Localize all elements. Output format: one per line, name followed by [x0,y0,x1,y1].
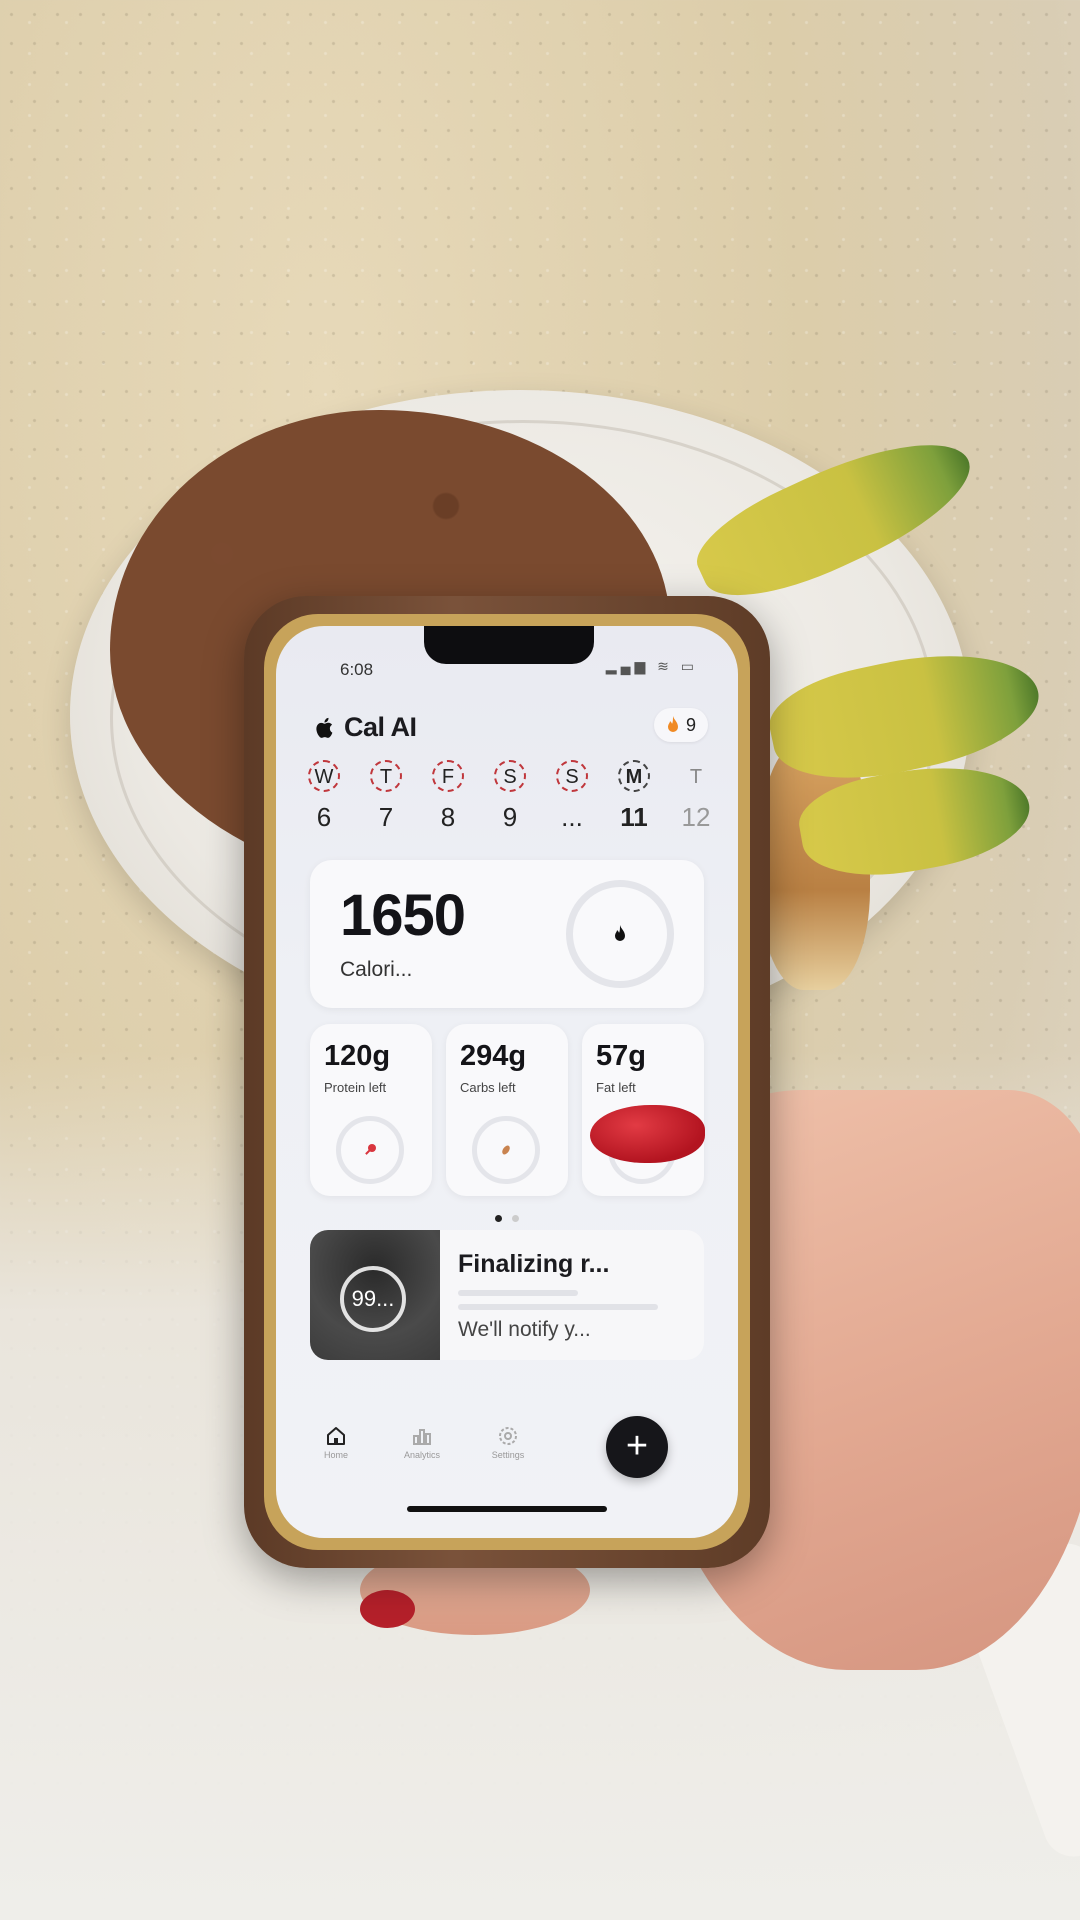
tab-settings[interactable]: Settings [478,1424,538,1460]
gear-icon [499,1427,517,1445]
flame-icon [667,716,678,732]
scan-progress-ring: 99... [340,1266,406,1332]
day-item[interactable]: F 8 [424,760,472,833]
day-letter: S [556,760,588,792]
tab-bar: Home Analytics Settings + [276,1416,738,1496]
day-number: 6 [316,802,332,832]
skeleton-bar [458,1290,578,1296]
flame-icon [615,925,625,941]
grain-icon [502,1145,510,1155]
notch [424,626,594,664]
tab-label: Home [323,1450,348,1460]
fat-value: 57g [596,1040,646,1072]
protein-label: Protein left [324,1080,387,1095]
day-number: 11 [620,802,648,832]
day-number: ... [561,802,583,832]
carbs-label: Carbs left [460,1080,516,1095]
food-thumbnail: 99... [310,1230,440,1360]
day-letter: W [308,760,340,792]
day-item-today[interactable]: M 11 [610,760,658,833]
status-icons: ▂▄▆ ≋ ▭ [605,658,698,674]
carbs-ring [472,1116,540,1184]
add-food-button[interactable]: + [606,1416,668,1478]
streak-count: 9 [685,714,696,735]
phone-screen: 6:08 ▂▄▆ ≋ ▭ Cal AI 9 W 6 T 7 F 8 S 9 S [276,626,738,1538]
week-strip: W 6 T 7 F 8 S 9 S ... M 11 T 12 [300,760,720,833]
day-letter: T [689,766,703,788]
drumstick-icon [365,1144,376,1155]
app-header: Cal AI [312,712,417,743]
day-letter: T [370,760,402,792]
scan-title: Finalizing r... [458,1250,610,1278]
day-item[interactable]: W 6 [300,760,348,833]
scan-subtitle: We'll notify y... [458,1318,591,1341]
carbs-card[interactable]: 294g Carbs left [446,1024,568,1196]
home-icon [327,1427,345,1445]
carbs-value: 294g [460,1040,527,1072]
fingernail [360,1590,415,1628]
home-indicator[interactable] [407,1506,607,1512]
page-dot[interactable] [512,1215,520,1222]
day-number: 12 [681,802,711,832]
day-letter: M [618,760,650,792]
status-time: 6:08 [340,660,374,679]
day-number: 8 [440,802,456,832]
page-dots [276,1209,738,1227]
day-item[interactable]: S 9 [486,760,534,833]
calories-value: 1650 [340,883,466,948]
day-item[interactable]: S ... [548,760,596,833]
day-item[interactable]: T 12 [672,760,720,833]
protein-ring [336,1116,404,1184]
fat-label: Fat left [596,1080,636,1095]
tab-home[interactable]: Home [306,1424,366,1460]
day-item[interactable]: T 7 [362,760,410,833]
streak-badge[interactable]: 9 [653,708,708,742]
tab-label: Analytics [403,1450,440,1460]
tab-label: Settings [491,1450,525,1460]
calories-card[interactable]: 1650 Calori... [310,860,704,1008]
skeleton-bar [458,1304,658,1310]
calories-label: Calori... [340,958,413,981]
calories-ring [566,880,674,988]
tab-analytics[interactable]: Analytics [392,1424,452,1460]
day-number: 9 [502,802,518,832]
day-letter: S [494,760,526,792]
day-letter: F [432,760,464,792]
protein-value: 120g [324,1040,391,1072]
apple-icon [316,717,333,738]
scan-progress-card[interactable]: 99... Finalizing r... We'll notify y... [310,1230,704,1360]
page-dot-active[interactable] [494,1215,502,1222]
fingernail [590,1105,705,1163]
app-title: Cal AI [344,712,417,742]
protein-card[interactable]: 120g Protein left [310,1024,432,1196]
analytics-icon [413,1429,431,1445]
day-number: 7 [378,802,394,832]
